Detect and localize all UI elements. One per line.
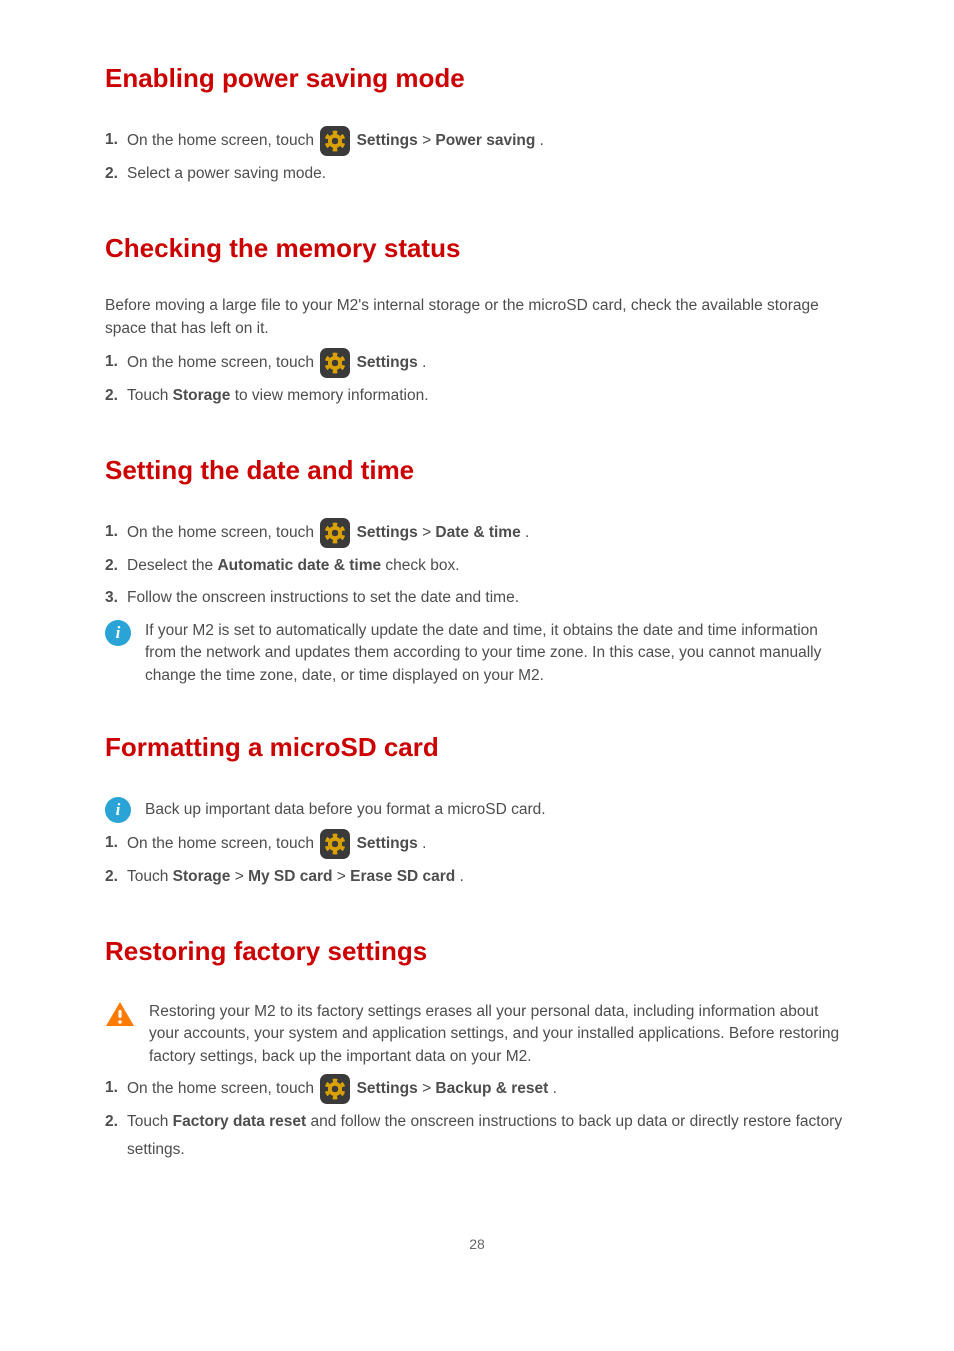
warning-note: Restoring your M2 to its factory setting… bbox=[105, 999, 849, 1068]
settings-icon bbox=[320, 126, 350, 156]
note-text: Back up important data before you format… bbox=[145, 795, 849, 821]
step-item: 2. Deselect the Automatic date & time ch… bbox=[105, 552, 849, 580]
section-heading: Formatting a microSD card bbox=[105, 729, 849, 767]
step-item: 3. Follow the onscreen instructions to s… bbox=[105, 584, 849, 612]
checkbox-label: Automatic date & time bbox=[217, 557, 381, 574]
step-number: 1. bbox=[105, 829, 118, 857]
section-heading: Checking the memory status bbox=[105, 230, 849, 268]
storage-label: Storage bbox=[173, 387, 231, 404]
separator: > bbox=[235, 868, 248, 885]
settings-label: Settings bbox=[357, 835, 418, 852]
step-number: 1. bbox=[105, 126, 118, 154]
menu-path: Backup & reset bbox=[435, 1080, 548, 1097]
step-text: Select a power saving mode. bbox=[127, 165, 326, 182]
step-number: 1. bbox=[105, 1074, 118, 1102]
settings-label: Settings bbox=[357, 354, 418, 371]
separator: > bbox=[337, 868, 350, 885]
steps-list: 1. On the home screen, touch Settings > … bbox=[105, 126, 849, 188]
separator: > bbox=[422, 524, 435, 541]
settings-icon bbox=[320, 518, 350, 548]
settings-icon bbox=[320, 1074, 350, 1104]
step-suffix: check box. bbox=[385, 557, 459, 574]
menu-path: Storage bbox=[173, 868, 231, 885]
settings-icon bbox=[320, 829, 350, 859]
step-item: 1. On the home screen, touch Settings . bbox=[105, 829, 849, 859]
step-suffix: . bbox=[540, 132, 544, 149]
step-text: Touch bbox=[127, 868, 173, 885]
step-text: On the home screen, touch bbox=[127, 354, 318, 371]
step-item: 2. Select a power saving mode. bbox=[105, 160, 849, 188]
step-text: Touch bbox=[127, 1113, 173, 1130]
step-number: 2. bbox=[105, 1108, 118, 1136]
step-text: On the home screen, touch bbox=[127, 132, 318, 149]
step-text: On the home screen, touch bbox=[127, 524, 318, 541]
step-item: 2. Touch Factory data reset and follow t… bbox=[105, 1108, 849, 1164]
steps-list: 1. On the home screen, touch Settings . … bbox=[105, 829, 849, 891]
steps-list: 1. On the home screen, touch Settings > … bbox=[105, 1074, 849, 1164]
section-heading: Enabling power saving mode bbox=[105, 60, 849, 98]
section-heading: Setting the date and time bbox=[105, 452, 849, 490]
step-suffix: . bbox=[422, 835, 426, 852]
settings-label: Settings bbox=[357, 132, 418, 149]
step-suffix: to view memory information. bbox=[235, 387, 429, 404]
separator: > bbox=[422, 132, 435, 149]
step-item: 1. On the home screen, touch Settings > … bbox=[105, 1074, 849, 1104]
step-item: 2. Touch Storage > My SD card > Erase SD… bbox=[105, 863, 849, 891]
step-item: 2. Touch Storage to view memory informat… bbox=[105, 382, 849, 410]
info-icon: i bbox=[105, 620, 131, 646]
step-suffix: . bbox=[460, 868, 464, 885]
step-item: 1. On the home screen, touch Settings . bbox=[105, 348, 849, 378]
info-icon: i bbox=[105, 797, 131, 823]
note-text: Restoring your M2 to its factory setting… bbox=[149, 999, 849, 1068]
step-text: On the home screen, touch bbox=[127, 1080, 318, 1097]
menu-path: Power saving bbox=[435, 132, 535, 149]
step-text: Follow the onscreen instructions to set … bbox=[127, 589, 519, 606]
step-text: On the home screen, touch bbox=[127, 835, 318, 852]
step-number: 1. bbox=[105, 518, 118, 546]
section-intro: Before moving a large file to your M2's … bbox=[105, 295, 849, 340]
step-number: 1. bbox=[105, 348, 118, 376]
step-text: Deselect the bbox=[127, 557, 217, 574]
step-number: 2. bbox=[105, 160, 118, 188]
step-suffix: . bbox=[553, 1080, 557, 1097]
info-note: i If your M2 is set to automatically upd… bbox=[105, 618, 849, 687]
separator: > bbox=[422, 1080, 435, 1097]
step-text: Touch bbox=[127, 387, 173, 404]
note-text: If your M2 is set to automatically updat… bbox=[145, 618, 849, 687]
settings-icon bbox=[320, 348, 350, 378]
settings-label: Settings bbox=[357, 524, 418, 541]
steps-list: 1. On the home screen, touch Settings . … bbox=[105, 348, 849, 410]
step-number: 3. bbox=[105, 584, 118, 612]
menu-path: Factory data reset bbox=[173, 1113, 307, 1130]
step-suffix: . bbox=[422, 354, 426, 371]
step-item: 1. On the home screen, touch Settings > … bbox=[105, 518, 849, 548]
step-number: 2. bbox=[105, 552, 118, 580]
steps-list: 1. On the home screen, touch Settings > … bbox=[105, 518, 849, 612]
section-heading: Restoring factory settings bbox=[105, 933, 849, 971]
step-number: 2. bbox=[105, 382, 118, 410]
settings-label: Settings bbox=[357, 1080, 418, 1097]
warning-icon bbox=[105, 1001, 135, 1027]
step-number: 2. bbox=[105, 863, 118, 891]
page-number: 28 bbox=[105, 1234, 849, 1254]
step-suffix: . bbox=[525, 524, 529, 541]
step-item: 1. On the home screen, touch Settings > … bbox=[105, 126, 849, 156]
menu-path: Erase SD card bbox=[350, 868, 455, 885]
menu-path: My SD card bbox=[248, 868, 332, 885]
menu-path: Date & time bbox=[435, 524, 520, 541]
info-note: i Back up important data before you form… bbox=[105, 795, 849, 823]
